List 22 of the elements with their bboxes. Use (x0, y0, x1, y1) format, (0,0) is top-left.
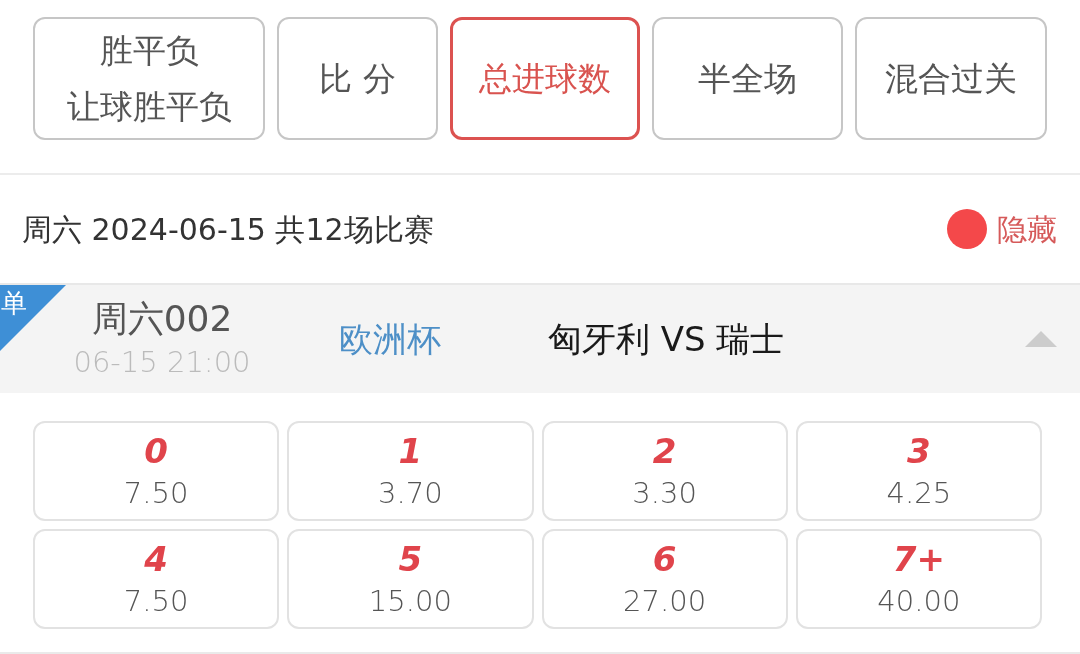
odds-option[interactable]: 1 3.70 (287, 421, 534, 521)
odds-option[interactable]: 0 7.50 (33, 421, 280, 521)
caret-up-icon[interactable] (1025, 331, 1057, 347)
league-name: 欧洲杯 (338, 317, 442, 361)
odds-option[interactable]: 6 27.00 (541, 529, 788, 629)
play-tab[interactable]: 胜平负 让球胜平负 (33, 17, 265, 140)
hide-button[interactable]: 隐藏 (947, 206, 1057, 252)
match-time: 06-15 21:00 (73, 344, 251, 381)
date-header-text: 周六 2024-06-15 共12场比赛 (22, 210, 434, 249)
play-tab[interactable]: 比 分 (277, 17, 438, 140)
odds-option[interactable]: 7+ 40.00 (795, 529, 1042, 629)
dot-icon (947, 209, 987, 249)
odds-option[interactable]: 5 15.00 (287, 529, 534, 629)
odds-option[interactable]: 2 3.30 (541, 421, 788, 521)
odds-option[interactable]: 3 4.25 (795, 421, 1042, 521)
single-badge: 单 (0, 285, 66, 351)
play-tab[interactable]: 混合过关 (855, 17, 1047, 140)
play-tab[interactable]: 半全场 (652, 17, 843, 140)
match-number: 周六002 (91, 297, 233, 341)
match-teams: 匈牙利 VS 瑞士 (548, 317, 785, 361)
play-tab[interactable]: 总进球数 (450, 17, 640, 140)
odds-option[interactable]: 4 7.50 (33, 529, 280, 629)
